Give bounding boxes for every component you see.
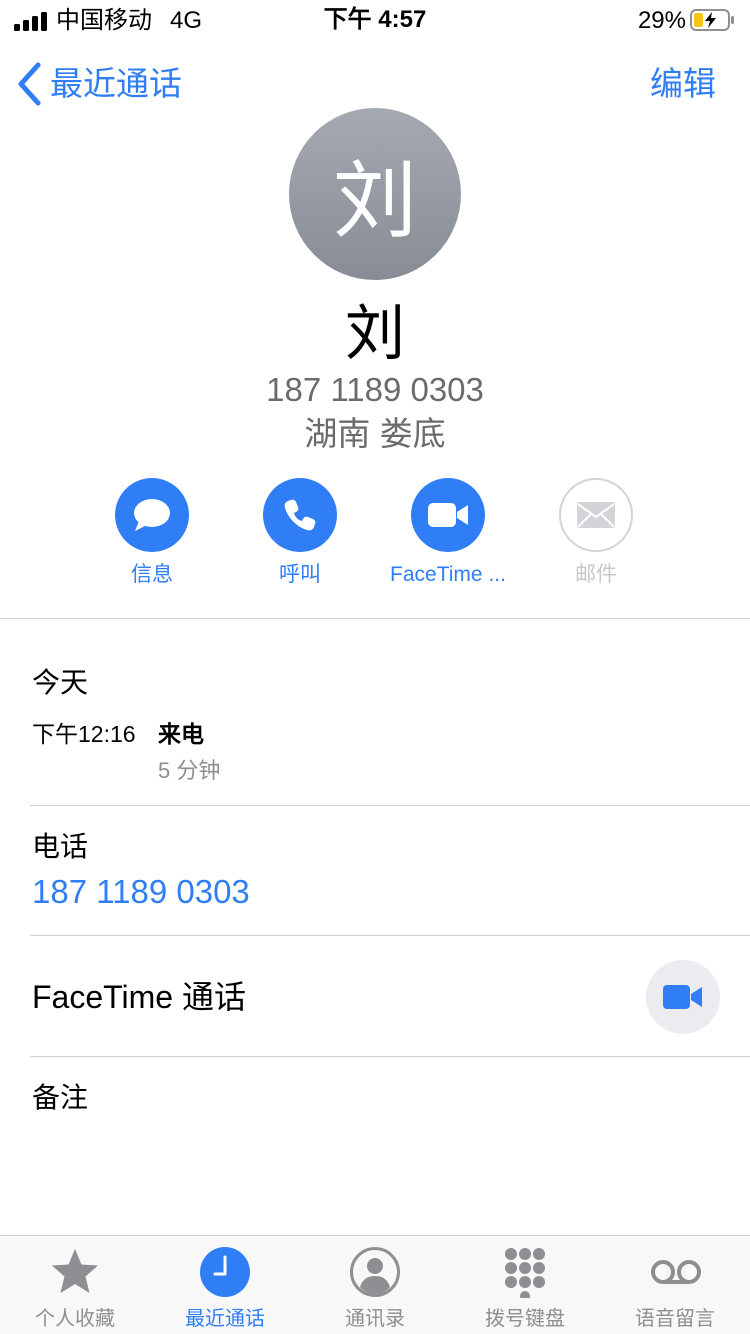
battery-charging-icon <box>690 9 734 31</box>
message-button[interactable]: 信息 <box>78 478 226 588</box>
tab-favorites[interactable]: 个人收藏 <box>0 1236 150 1334</box>
mail-button-label: 邮件 <box>575 563 617 586</box>
call-button-label: 呼叫 <box>279 563 321 586</box>
facetime-button-label: FaceTime ... <box>390 563 506 586</box>
video-icon <box>411 478 485 552</box>
message-button-label: 信息 <box>131 563 173 586</box>
call-type: 来电 <box>158 721 204 747</box>
tab-keypad-label: 拨号键盘 <box>485 1308 565 1330</box>
notes-section-title[interactable]: 备注 <box>32 1081 88 1115</box>
mail-button[interactable]: 邮件 <box>522 478 670 588</box>
back-button[interactable]: 最近通话 <box>16 60 182 108</box>
voicemail-icon <box>651 1260 701 1284</box>
tab-favorites-label: 个人收藏 <box>35 1308 115 1330</box>
contact-number: 187 1189 0303 <box>266 371 484 408</box>
back-button-label: 最近通话 <box>50 65 182 102</box>
mail-icon <box>559 478 633 552</box>
call-button[interactable]: 呼叫 <box>226 478 374 588</box>
facetime-button[interactable]: FaceTime ... <box>374 478 522 588</box>
tab-recents[interactable]: 最近通话 <box>150 1236 300 1334</box>
tab-contacts[interactable]: 通讯录 <box>300 1236 450 1334</box>
clock-icon <box>200 1247 250 1297</box>
avatar: 刘 <box>289 108 461 280</box>
star-icon <box>52 1249 98 1293</box>
tab-keypad[interactable]: 拨号键盘 <box>450 1236 600 1334</box>
facetime-call-label: FaceTime 通话 <box>32 979 246 1015</box>
tab-voicemail-label: 语音留言 <box>635 1308 715 1330</box>
message-icon <box>115 478 189 552</box>
facetime-divider <box>30 1056 750 1057</box>
tab-recents-label: 最近通话 <box>185 1308 265 1330</box>
header-divider <box>0 618 750 619</box>
facetime-video-button[interactable] <box>646 960 720 1034</box>
call-time: 下午12:16 <box>32 721 136 747</box>
tab-contacts-label: 通讯录 <box>345 1308 405 1330</box>
recent-divider <box>30 805 750 806</box>
edit-button[interactable]: 编辑 <box>650 60 716 108</box>
chevron-left-icon <box>18 62 41 106</box>
phone-icon <box>263 478 337 552</box>
video-icon <box>663 985 702 1009</box>
tab-bar: 个人收藏 最近通话 通讯录 拨号键盘 语音留言 <box>0 1235 750 1334</box>
contact-location: 湖南 娄底 <box>304 415 446 452</box>
contacts-icon <box>350 1247 400 1297</box>
status-bar: 中国移动 4G 下午 4:57 29% <box>0 0 750 40</box>
tab-voicemail[interactable]: 语音留言 <box>600 1236 750 1334</box>
contact-name: 刘 <box>345 300 405 367</box>
phone-divider <box>30 935 750 936</box>
phone-section-title: 电话 <box>32 831 89 862</box>
keypad-icon <box>505 1248 545 1298</box>
call-duration: 5 分钟 <box>158 758 221 783</box>
avatar-initial: 刘 <box>332 153 417 248</box>
battery-percent: 29% <box>637 7 686 34</box>
recent-section-title: 今天 <box>32 667 89 698</box>
phone-number-link[interactable]: 187 1189 0303 <box>32 872 250 912</box>
